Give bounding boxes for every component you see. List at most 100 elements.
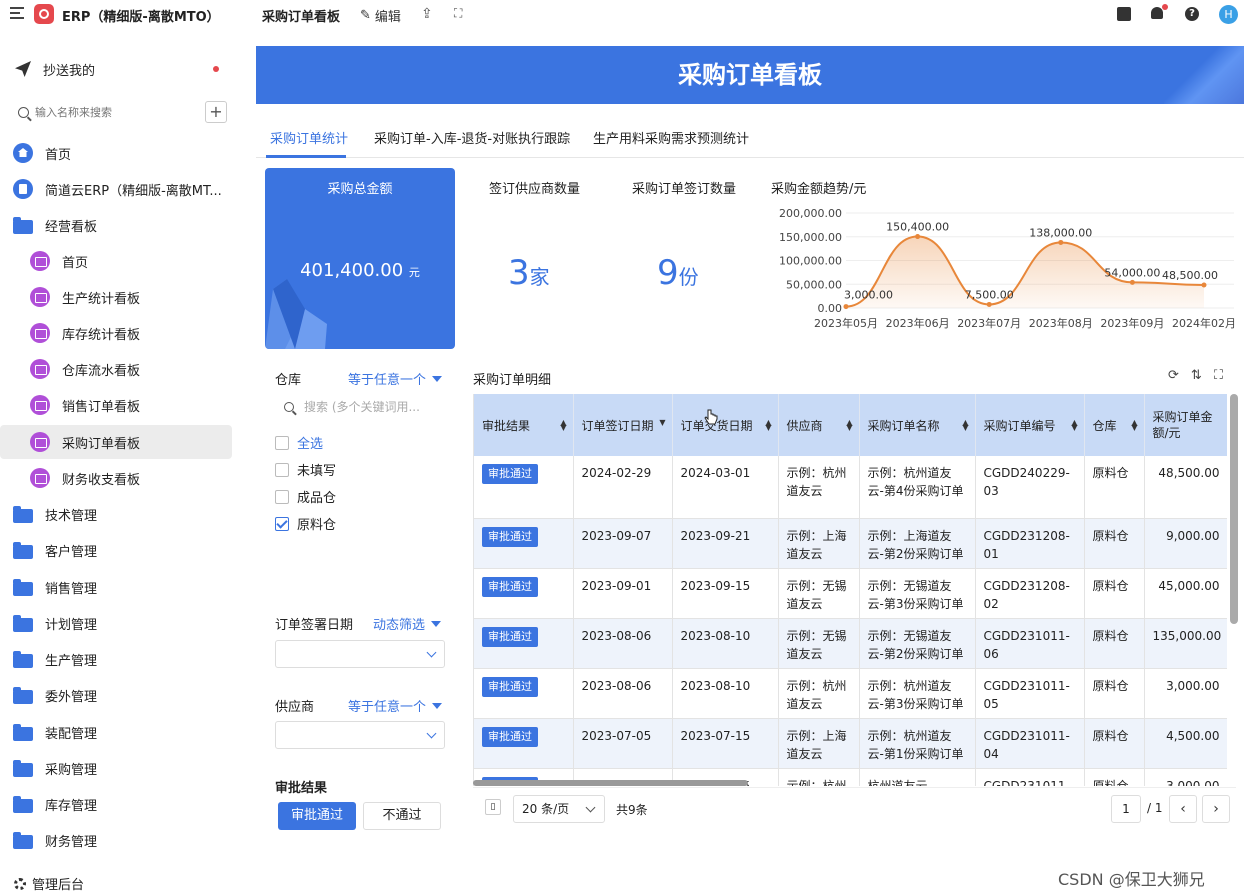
vertical-scrollbar[interactable]	[1230, 394, 1238, 624]
cell-text: 2023-09-21	[680, 528, 751, 543]
pager-layout-icon[interactable]: ▯	[485, 799, 501, 815]
checkbox-finished-goods[interactable]: 成品仓	[275, 487, 336, 506]
sidebar-item-finance[interactable]: 财务管理	[0, 823, 232, 857]
horizontal-scrollbar[interactable]	[473, 780, 748, 786]
app-title: ERP（精细版-离散MTO）	[62, 10, 220, 25]
admin-console-link[interactable]: 管理后台	[14, 874, 84, 893]
sidebar-item-purchasing[interactable]: 采购管理	[0, 751, 232, 785]
checkbox-unfilled[interactable]: 未填写	[275, 460, 336, 479]
sidebar-item-tech[interactable]: 技术管理	[0, 497, 232, 531]
sidebar-item-cc[interactable]: 抄送我的	[0, 52, 232, 86]
supplier-filter-select[interactable]	[275, 721, 445, 749]
sidebar-item-sales-orders[interactable]: 销售订单看板	[0, 388, 232, 422]
date-filter-mode[interactable]: 动态筛选	[373, 614, 442, 633]
page-size-select[interactable]: 20 条/页	[513, 795, 605, 823]
amount-trend-chart: 0.00 50,000.00 100,000.00 150,000.00 200,000…	[768, 200, 1244, 340]
order-count-unit: 份	[678, 265, 699, 289]
tab-purchase-stats[interactable]: 采购订单统计	[270, 128, 348, 147]
home-icon	[13, 143, 33, 163]
column-header[interactable]: 审批结果 ▲ ▼	[474, 394, 574, 456]
warehouse-search[interactable]: 搜索 (多个关键词用...	[284, 398, 444, 415]
table-row[interactable]: 审批通过 2023-08-06 2023-08-10 示例：杭州道友云 示例：杭州道友云…	[474, 668, 1227, 719]
table-cell: 2023-09-21	[672, 518, 779, 569]
page-size-label: 20 条/页	[522, 802, 570, 816]
column-header[interactable]: 订单签订日期 ▼	[573, 394, 673, 456]
column-header[interactable]: 采购订单金额/元	[1144, 394, 1227, 456]
cell-text: 原料仓	[1092, 578, 1129, 593]
tab-material-forecast[interactable]: 生产用料采购需求预测统计	[593, 128, 749, 147]
cell-text: CGDD231208-02	[983, 578, 1070, 611]
reject-filter-button[interactable]: 不通过	[363, 802, 441, 830]
add-icon[interactable]: +	[205, 101, 227, 123]
column-header[interactable]: 仓库 ▲ ▼	[1084, 394, 1145, 456]
cell-text: 2023-07-05	[581, 728, 652, 743]
warehouse-filter-mode[interactable]: 等于任意一个	[348, 369, 443, 388]
sort-icon[interactable]: ⇅	[1191, 368, 1202, 383]
book-icon[interactable]	[1117, 7, 1131, 21]
column-header[interactable]: 供应商 ▲ ▼	[778, 394, 860, 456]
checkbox-box	[275, 516, 289, 531]
column-header[interactable]: 订单交货日期 ▲ ▼	[672, 394, 779, 456]
table-cell: 审批通过	[474, 456, 574, 519]
pagination: ▯ 20 条/页 共9条 1 / 1 ‹ ›	[473, 787, 1236, 829]
refresh-icon[interactable]: ⟳	[1168, 368, 1179, 383]
date-filter-select[interactable]	[275, 640, 445, 668]
column-header-label: 采购订单金额/元	[1152, 410, 1213, 440]
sidebar-item-label: 财务管理	[45, 834, 98, 850]
fullscreen-icon[interactable]: ⛶	[1214, 368, 1223, 383]
sidebar-item-home[interactable]: 首页	[0, 136, 232, 170]
data-point	[986, 301, 992, 307]
avatar[interactable]: H	[1219, 5, 1238, 24]
sidebar-item-label: 简道云ERP（精细版-离散MT...	[45, 183, 222, 199]
help-icon[interactable]: ?	[1185, 7, 1199, 21]
supplier-filter-mode[interactable]: 等于任意一个	[348, 696, 443, 715]
table-row[interactable]: 审批通过 2023-09-07 2023-09-21 示例：上海道友云 示例：上海道友云…	[474, 518, 1227, 569]
table-row[interactable]: 审批通过 2023-09-01 2023-09-15 示例：无锡道友云 示例：无锡道友云…	[474, 568, 1227, 619]
data-point	[843, 304, 849, 310]
sort-icon: ▲ ▼	[765, 418, 772, 432]
sidebar-item-assembly[interactable]: 装配管理	[0, 715, 232, 749]
edit-button[interactable]: ✎ 编辑	[360, 6, 401, 25]
checkbox-raw-material[interactable]: 原料仓	[275, 514, 336, 533]
fullscreen-icon[interactable]: ⛶	[454, 6, 462, 21]
chevron-down-icon	[426, 728, 437, 739]
menu-icon[interactable]	[10, 7, 24, 21]
checkbox-select-all[interactable]: 全选	[275, 433, 323, 452]
sidebar-item-outsourcing[interactable]: 委外管理	[0, 678, 232, 712]
approve-filter-button[interactable]: 审批通过	[278, 802, 356, 830]
sidebar-item-dashboards[interactable]: 经营看板	[0, 208, 232, 242]
sidebar-item-production[interactable]: 生产统计看板	[0, 280, 232, 314]
sidebar-item-plan[interactable]: 计划管理	[0, 606, 232, 640]
checkbox-label: 未填写	[297, 464, 337, 479]
prev-page-button[interactable]: ‹	[1169, 795, 1197, 823]
sidebar-item-erp[interactable]: 简道云ERP（精细版-离散MT...	[0, 172, 232, 206]
checkbox-box	[275, 435, 289, 450]
table-row[interactable]: 审批通过 2023-07-05 2023-07-15 示例：上海道友云 示例：杭州道友云…	[474, 718, 1227, 769]
sidebar-search[interactable]	[18, 100, 232, 124]
sidebar-search-input[interactable]	[35, 105, 195, 119]
sidebar-item-stock[interactable]: 库存管理	[0, 787, 232, 821]
sidebar-item-customer[interactable]: 客户管理	[0, 533, 232, 567]
checkbox-box	[275, 489, 289, 504]
column-header[interactable]: 采购订单名称 ▲ ▼	[859, 394, 976, 456]
sidebar-item-finance-board[interactable]: 财务收支看板	[0, 461, 232, 495]
next-page-button[interactable]: ›	[1202, 795, 1230, 823]
sidebar-item-manufacturing[interactable]: 生产管理	[0, 642, 232, 676]
share-icon[interactable]: ⇪	[421, 6, 433, 22]
sidebar-item-purchase-orders[interactable]: 采购订单看板	[0, 425, 232, 459]
sidebar-item-dash-home[interactable]: 首页	[0, 244, 232, 278]
cell-text: 示例：无锡道友云	[786, 628, 847, 661]
page-number-input[interactable]: 1	[1111, 795, 1141, 823]
column-header[interactable]: 采购订单编号 ▲ ▼	[975, 394, 1085, 456]
cell-text: 示例：杭州道友云-第3份采购订单	[867, 678, 964, 711]
cell-text: 示例：上海道友云	[786, 728, 847, 761]
tab-execution-tracking[interactable]: 采购订单-入库-退货-对账执行跟踪	[374, 128, 570, 147]
table-row[interactable]: 审批通过 2024-02-29 2024-03-01 示例：杭州道友云 示例：杭州道友云…	[474, 456, 1227, 519]
sidebar-item-inventory[interactable]: 库存统计看板	[0, 316, 232, 350]
sidebar-item-sales[interactable]: 销售管理	[0, 570, 232, 604]
table-cell: 示例：上海道友云	[778, 518, 860, 569]
bell-icon[interactable]	[1151, 4, 1168, 21]
table-row[interactable]: 审批通过 2023-08-06 2023-08-10 示例：无锡道友云 示例：无锡道友云…	[474, 618, 1227, 669]
sidebar-item-warehouse-flow[interactable]: 仓库流水看板	[0, 352, 232, 386]
folder-icon	[13, 541, 33, 559]
